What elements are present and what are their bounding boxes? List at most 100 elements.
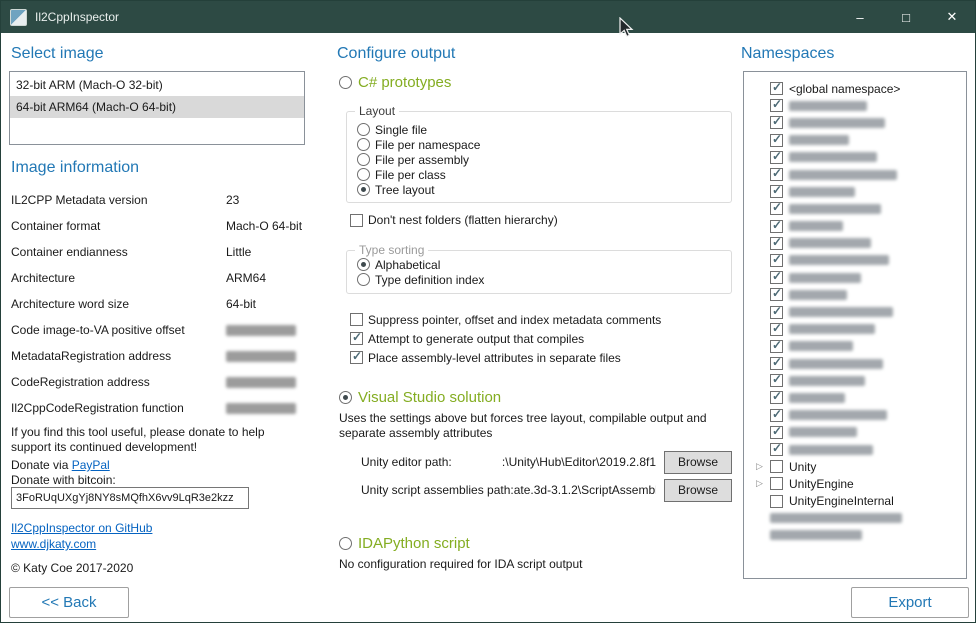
- vs-solution-radio[interactable]: Visual Studio solution: [339, 389, 501, 406]
- radio-icon: [357, 138, 370, 151]
- type-sorting-option[interactable]: Type definition index: [357, 272, 731, 287]
- csharp-prototypes-radio[interactable]: C# prototypes: [339, 74, 451, 91]
- checkbox-icon[interactable]: [770, 116, 783, 129]
- checkbox-icon[interactable]: [770, 443, 783, 456]
- image-list-item[interactable]: 64-bit ARM64 (Mach-O 64-bit): [10, 96, 304, 118]
- namespace-item[interactable]: [744, 114, 966, 131]
- checkbox-icon[interactable]: [770, 134, 783, 147]
- checkbox-icon[interactable]: [770, 185, 783, 198]
- checkbox-icon[interactable]: [770, 306, 783, 319]
- namespace-item[interactable]: [744, 355, 966, 372]
- image-list-item[interactable]: 32-bit ARM (Mach-O 32-bit): [10, 74, 304, 96]
- unity-script-browse-button[interactable]: Browse: [664, 479, 732, 502]
- info-value: Little: [226, 245, 251, 259]
- checkbox-icon[interactable]: [770, 477, 783, 490]
- checkbox-icon[interactable]: [770, 495, 783, 508]
- back-button[interactable]: << Back: [9, 587, 129, 618]
- radio-icon: [339, 537, 352, 550]
- unity-editor-browse-button[interactable]: Browse: [664, 451, 732, 474]
- redacted-label: [789, 221, 843, 231]
- namespace-item[interactable]: [744, 235, 966, 252]
- idapython-radio[interactable]: IDAPython script: [339, 535, 470, 552]
- type-sorting-group-label: Type sorting: [355, 243, 428, 257]
- radio-label: File per namespace: [375, 138, 480, 152]
- info-row: Il2CppCodeRegistration function: [11, 395, 303, 421]
- checkbox-icon[interactable]: [770, 168, 783, 181]
- flatten-checkbox[interactable]: Don't nest folders (flatten hierarchy): [350, 213, 558, 227]
- namespace-item[interactable]: [744, 424, 966, 441]
- namespace-item[interactable]: UnityEngineInternal: [744, 493, 966, 510]
- namespace-item[interactable]: ▷Unity: [744, 458, 966, 475]
- checkbox-icon[interactable]: [770, 357, 783, 370]
- checkbox-icon[interactable]: [770, 254, 783, 267]
- export-button[interactable]: Export: [851, 587, 969, 618]
- radio-icon: [357, 258, 370, 271]
- paypal-link[interactable]: PayPal: [72, 458, 110, 472]
- redacted-label: [789, 118, 885, 128]
- bitcoin-label: Donate with bitcoin:: [11, 473, 116, 488]
- checkbox-icon[interactable]: [770, 220, 783, 233]
- layout-option[interactable]: File per namespace: [357, 137, 731, 152]
- close-button[interactable]: ✕: [929, 1, 975, 33]
- namespace-item[interactable]: [744, 183, 966, 200]
- checkbox-icon[interactable]: [770, 82, 783, 95]
- namespace-item[interactable]: [744, 166, 966, 183]
- namespace-item[interactable]: [744, 389, 966, 406]
- namespace-item[interactable]: [744, 269, 966, 286]
- output-checkbox[interactable]: Attempt to generate output that compiles: [350, 329, 661, 348]
- checkbox-icon[interactable]: [770, 409, 783, 422]
- namespace-item[interactable]: [744, 407, 966, 424]
- title-bar: Il2CppInspector – □ ✕: [1, 1, 975, 33]
- namespace-item[interactable]: [744, 441, 966, 458]
- radio-label: File per assembly: [375, 153, 469, 167]
- namespace-item[interactable]: [744, 200, 966, 217]
- namespace-item[interactable]: [744, 252, 966, 269]
- checkbox-icon[interactable]: [770, 151, 783, 164]
- namespace-item[interactable]: [744, 149, 966, 166]
- layout-option[interactable]: File per class: [357, 167, 731, 182]
- checkbox-icon[interactable]: [770, 460, 783, 473]
- checkbox-icon[interactable]: [770, 323, 783, 336]
- namespace-item[interactable]: [744, 303, 966, 320]
- expander-icon[interactable]: ▷: [756, 461, 770, 472]
- namespace-item[interactable]: [744, 527, 966, 544]
- maximize-button[interactable]: □: [883, 1, 929, 33]
- namespace-item[interactable]: [744, 510, 966, 527]
- type-sorting-option[interactable]: Alphabetical: [357, 257, 731, 272]
- checkbox-icon: [350, 214, 363, 227]
- minimize-button[interactable]: –: [837, 1, 883, 33]
- namespace-item[interactable]: [744, 321, 966, 338]
- output-checkboxes: Suppress pointer, offset and index metad…: [350, 310, 661, 367]
- checkbox-icon[interactable]: [770, 391, 783, 404]
- namespace-item[interactable]: [744, 97, 966, 114]
- csharp-prototypes-label: C# prototypes: [358, 74, 451, 91]
- output-checkbox[interactable]: Place assembly-level attributes in separ…: [350, 348, 661, 367]
- checkbox-icon[interactable]: [770, 288, 783, 301]
- expander-icon[interactable]: ▷: [756, 478, 770, 489]
- website-link[interactable]: www.djkaty.com: [11, 537, 96, 551]
- namespace-item[interactable]: <global namespace>: [744, 80, 966, 97]
- layout-option[interactable]: Tree layout: [357, 182, 731, 197]
- namespace-item[interactable]: [744, 286, 966, 303]
- layout-option[interactable]: File per assembly: [357, 152, 731, 167]
- checkbox-icon[interactable]: [770, 202, 783, 215]
- checkbox-label: Place assembly-level attributes in separ…: [368, 351, 621, 365]
- github-link[interactable]: Il2CppInspector on GitHub: [11, 521, 152, 535]
- radio-label: File per class: [375, 168, 446, 182]
- info-row: ArchitectureARM64: [11, 265, 303, 291]
- checkbox-icon[interactable]: [770, 340, 783, 353]
- bitcoin-address-input[interactable]: [11, 487, 249, 509]
- namespace-item[interactable]: ▷UnityEngine: [744, 475, 966, 492]
- output-checkbox[interactable]: Suppress pointer, offset and index metad…: [350, 310, 661, 329]
- radio-icon: [357, 123, 370, 136]
- namespace-item[interactable]: [744, 372, 966, 389]
- checkbox-icon[interactable]: [770, 374, 783, 387]
- checkbox-icon[interactable]: [770, 426, 783, 439]
- checkbox-icon[interactable]: [770, 99, 783, 112]
- checkbox-icon[interactable]: [770, 237, 783, 250]
- namespace-item[interactable]: [744, 338, 966, 355]
- checkbox-icon[interactable]: [770, 271, 783, 284]
- namespace-item[interactable]: [744, 218, 966, 235]
- layout-option[interactable]: Single file: [357, 122, 731, 137]
- namespace-item[interactable]: [744, 132, 966, 149]
